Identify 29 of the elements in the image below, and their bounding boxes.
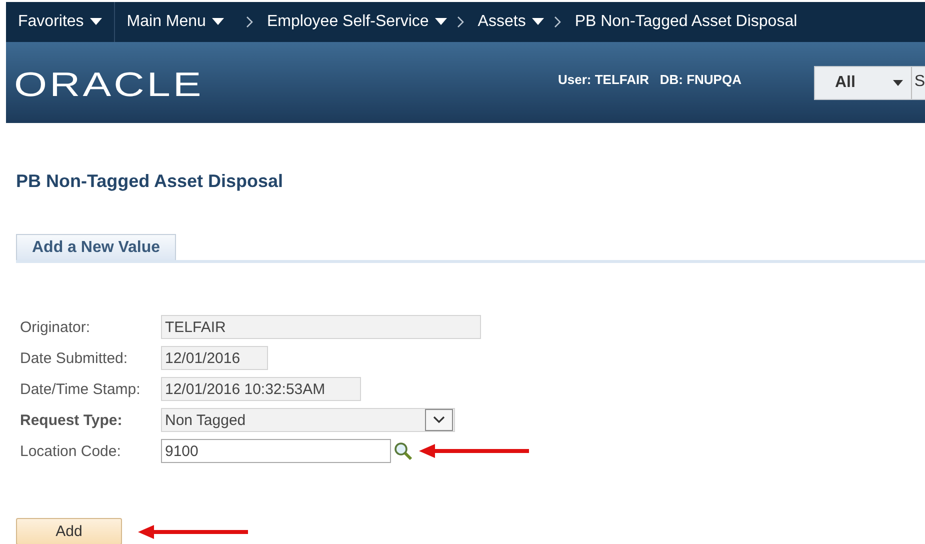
- dropdown-caret-icon: [212, 18, 224, 26]
- breadcrumb-link[interactable]: Assets: [478, 2, 544, 42]
- breadcrumb-chevron-icon: [554, 16, 561, 28]
- breadcrumb-link[interactable]: Employee Self-Service: [266, 2, 447, 42]
- readonly-field: TELFAIR: [161, 315, 481, 339]
- breadcrumb-chevron-icon: [456, 16, 464, 28]
- field-label: Date Submitted:: [20, 350, 129, 366]
- dropdown-field[interactable]: Non Tagged: [161, 408, 455, 432]
- field-label: Request Type:: [20, 412, 124, 428]
- page-title: PB Non-Tagged Asset Disposal: [16, 171, 284, 192]
- readonly-field: 12/01/2016 10:32:53AM: [161, 377, 361, 401]
- dropdown-caret-icon: [434, 18, 447, 26]
- tab[interactable]: Add a New Value: [16, 234, 176, 260]
- readonly-field: 12/01/2016: [161, 346, 268, 370]
- dropdown-button[interactable]: [425, 409, 453, 431]
- search-icon[interactable]: [393, 441, 413, 461]
- breadcrumb-chevron-icon: [246, 16, 253, 28]
- breadcrumb-current: PB Non-Tagged Asset Disposal: [574, 12, 798, 32]
- chevron-down-icon: [433, 416, 445, 424]
- dropdown-caret-icon: [90, 18, 102, 26]
- user-info: User: TELFAIR DB: FNUPQA: [558, 72, 742, 87]
- nav-menu[interactable]: Main Menu: [114, 2, 236, 42]
- field-label: Date/Time Stamp:: [20, 380, 142, 398]
- field-label: Location Code:: [20, 442, 122, 460]
- logo: ORACLE: [14, 66, 205, 105]
- input-field[interactable]: 9100: [161, 439, 391, 463]
- field-label: Originator:: [20, 318, 92, 336]
- dropdown-caret-icon: [532, 18, 544, 26]
- add-button[interactable]: Add: [16, 518, 122, 544]
